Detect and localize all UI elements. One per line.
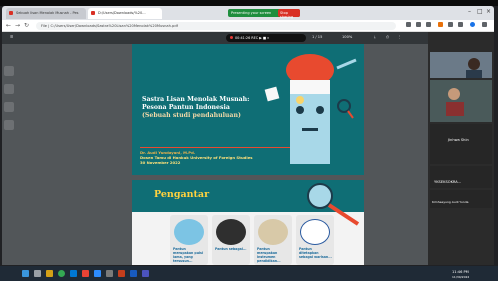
maximize-icon[interactable]: □	[477, 8, 483, 15]
tray-date[interactable]: 11/30/2022	[452, 275, 469, 279]
search-icon[interactable]	[34, 270, 41, 277]
participant-name: YKSEKSOKRA...	[434, 180, 462, 184]
video-tile[interactable]: Kimheeyung Audi Yunda	[430, 190, 492, 208]
video-tile[interactable]: YKSEKSOKRA...	[430, 166, 492, 188]
pdf-toolbar: ☰ 00:41:26 REC ▶ ■ ⏸ 1 / 15 100% ⤓ ⎙ ⋮	[2, 32, 428, 44]
powerpoint-icon[interactable]	[118, 270, 125, 277]
unesco-logo	[300, 219, 330, 245]
author-block: Dr. Audi Yundayani, M.Pd. Dosen Tamu di …	[140, 150, 253, 165]
video-tile[interactable]: Jinhwa Shin	[430, 124, 492, 164]
video-participants-panel: Jinhwa Shin Jinhwa Shin YKSEKSOKRA... Ki…	[428, 32, 494, 265]
slide-intro-page: Pengantar Pantun merupakan puisi lama, y…	[132, 180, 364, 265]
desktop-icon[interactable]	[4, 66, 14, 76]
minimize-icon[interactable]: –	[468, 8, 471, 15]
desktop-icon[interactable]	[4, 84, 14, 94]
stop-sharing-button[interactable]: Stop sharing	[278, 9, 300, 19]
pdf-icon	[9, 11, 13, 15]
address-bar: ← → ↻ File | C:/Users/User/Downloads/Sas…	[2, 20, 494, 32]
word-icon[interactable]	[130, 270, 137, 277]
intro-card: Pantun ditetapkan sebagai warisan...	[296, 215, 334, 265]
zoom-level[interactable]: 100%	[342, 35, 352, 39]
intro-card: Pantun merupakan puisi lama, yang tersus…	[170, 215, 208, 265]
browser-tab-2[interactable]: D:/Users/Downloads/%20...	[88, 8, 162, 19]
bookmark-icon[interactable]	[426, 22, 431, 27]
edge-icon[interactable]	[70, 270, 77, 277]
cover-image	[258, 219, 288, 245]
person-video	[430, 80, 492, 122]
browser-tab-1[interactable]: Sebuah lisan Menolak Musnah - Pes	[6, 8, 86, 19]
tab-1-label: Sebuah lisan Menolak Musnah - Pes	[16, 11, 79, 15]
puzzle-icon[interactable]	[448, 22, 453, 27]
desktop-icon[interactable]	[4, 120, 14, 130]
app-icon[interactable]	[82, 270, 89, 277]
video-tile[interactable]	[430, 52, 492, 78]
windows-taskbar: 11:46 PM 11/30/2022	[0, 266, 498, 281]
teams-icon[interactable]	[142, 270, 149, 277]
slide-title-page: Sastra Lisan Menolak Musnah: Pesona Pant…	[132, 44, 364, 175]
globe-image	[174, 219, 204, 245]
reload-icon[interactable]: ↻	[24, 22, 29, 29]
video-tile[interactable]: Jinhwa Shin	[430, 80, 492, 150]
page-indicator: 1 / 15	[312, 35, 323, 39]
person-video	[430, 52, 492, 78]
menu-icon[interactable]	[482, 22, 487, 27]
screen: Sebuah lisan Menolak Musnah - Pes D:/Use…	[0, 0, 498, 281]
zoom-icon[interactable]	[406, 22, 411, 27]
forward-icon[interactable]: →	[15, 22, 20, 29]
profile-avatar[interactable]	[470, 22, 475, 27]
app-icon[interactable]	[106, 270, 113, 277]
recording-indicator[interactable]: 00:41:26 REC ▶ ■ ⏸	[226, 34, 306, 42]
slide-title: Sastra Lisan Menolak Musnah: Pesona Pant…	[142, 96, 250, 119]
desktop-icons	[4, 60, 18, 190]
browser-tab-bar: Sebuah lisan Menolak Musnah - Pes D:/Use…	[2, 6, 494, 20]
intro-card: Pantun merupakan instrumen pendidikan...	[254, 215, 292, 265]
download-icon[interactable]: ⤓	[374, 35, 376, 39]
pdf-menu-icon[interactable]: ☰	[10, 35, 13, 39]
zoom-app-icon[interactable]	[94, 270, 101, 277]
start-icon[interactable]	[22, 270, 29, 277]
folder-icon[interactable]	[46, 270, 53, 277]
tray-time[interactable]: 11:46 PM	[452, 270, 469, 274]
record-icon	[230, 36, 233, 39]
more-icon[interactable]: ⋮	[398, 35, 402, 39]
extension-icon[interactable]	[438, 22, 443, 27]
tab-2-label: D:/Users/Downloads/%20...	[98, 11, 146, 15]
url-field[interactable]: File | C:/Users/User/Downloads/Sastra%20…	[36, 22, 396, 30]
chrome-icon[interactable]	[58, 270, 65, 277]
share-icon[interactable]	[416, 22, 421, 27]
title-divider	[140, 147, 290, 148]
book-image	[216, 219, 246, 245]
intro-card: Pantun sebagai...	[212, 215, 250, 265]
participant-name: Kimheeyung Audi Yunda	[432, 200, 469, 204]
pdf-icon	[91, 11, 95, 15]
close-icon[interactable]: ×	[486, 8, 491, 15]
participant-name: Jinhwa Shin	[448, 138, 469, 142]
desktop-icon[interactable]	[4, 102, 14, 112]
sidebar-icon[interactable]	[458, 22, 463, 27]
print-icon[interactable]: ⎙	[386, 35, 389, 39]
back-icon[interactable]: ←	[6, 22, 11, 29]
